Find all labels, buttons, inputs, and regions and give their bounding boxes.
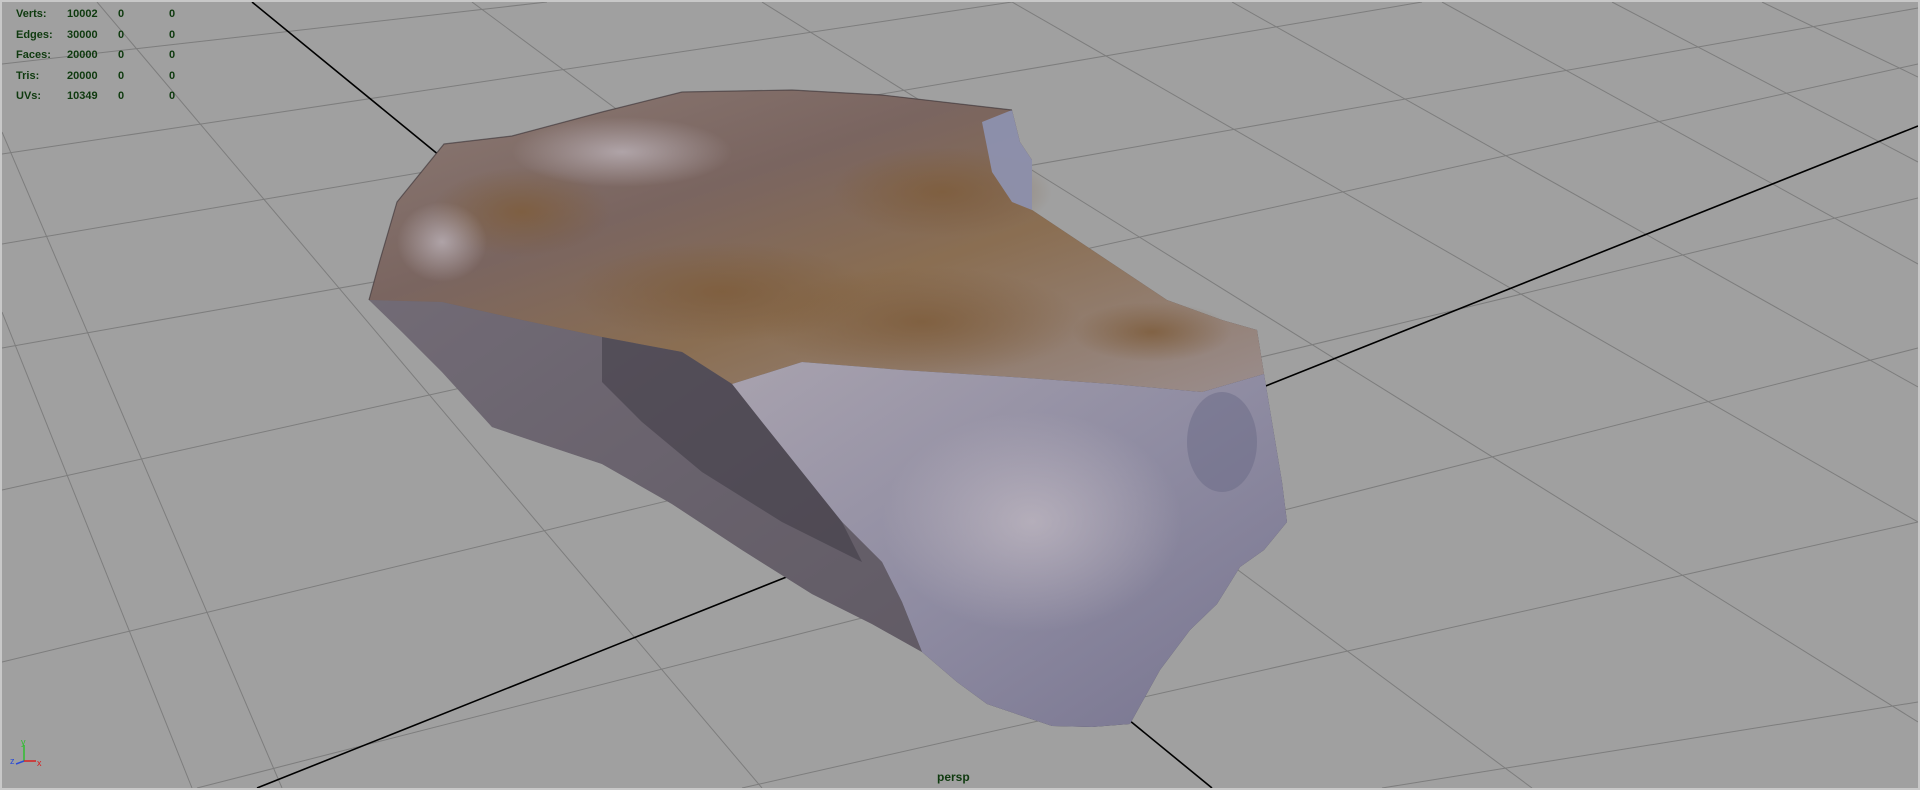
hud-row-faces: Faces: 20000 0 0: [16, 45, 216, 66]
poly-count-hud: Verts: 10002 0 0 Edges: 30000 0 0 Faces:…: [16, 4, 216, 107]
hud-value: 0: [169, 90, 176, 102]
axis-z-label: z: [10, 756, 15, 766]
hud-value: 30000: [67, 28, 98, 41]
hud-value: 0: [118, 28, 125, 41]
hud-value: 0: [118, 69, 125, 82]
scene-canvas[interactable]: [2, 2, 1918, 788]
hud-label: Faces:: [16, 49, 51, 61]
hud-row-uvs: UVs: 10349 0 0: [16, 86, 216, 107]
hud-label: UVs:: [16, 90, 42, 102]
hud-value: 0: [118, 8, 125, 20]
hud-row-tris: Tris: 20000 0 0: [16, 66, 216, 87]
hud-value: 10349: [67, 90, 98, 102]
hud-value: 0: [169, 8, 176, 20]
hud-label: Tris:: [16, 69, 40, 82]
hud-row-verts: Verts: 10002 0 0: [16, 4, 216, 25]
hud-value: 0: [118, 49, 125, 61]
hud-value: 10002: [67, 8, 98, 20]
hud-value: 0: [118, 90, 125, 102]
hud-row-edges: Edges: 30000 0 0: [16, 25, 216, 46]
hud-label: Edges:: [16, 28, 53, 41]
hud-value: 0: [169, 28, 176, 41]
axis-x-label: x: [37, 758, 42, 768]
camera-name-label: persp: [937, 770, 970, 784]
hud-label: Verts:: [16, 8, 47, 20]
axis-y-label: y: [21, 737, 26, 747]
hud-value: 20000: [67, 49, 98, 61]
view-axis-icon: y x z: [10, 737, 42, 768]
hud-value: 0: [169, 49, 176, 61]
hud-value: 20000: [67, 69, 98, 82]
hud-value: 0: [169, 69, 176, 82]
viewport-persp[interactable]: Verts: 10002 0 0 Edges: 30000 0 0 Faces:…: [0, 0, 1920, 790]
rock-mesh: [368, 89, 1287, 727]
